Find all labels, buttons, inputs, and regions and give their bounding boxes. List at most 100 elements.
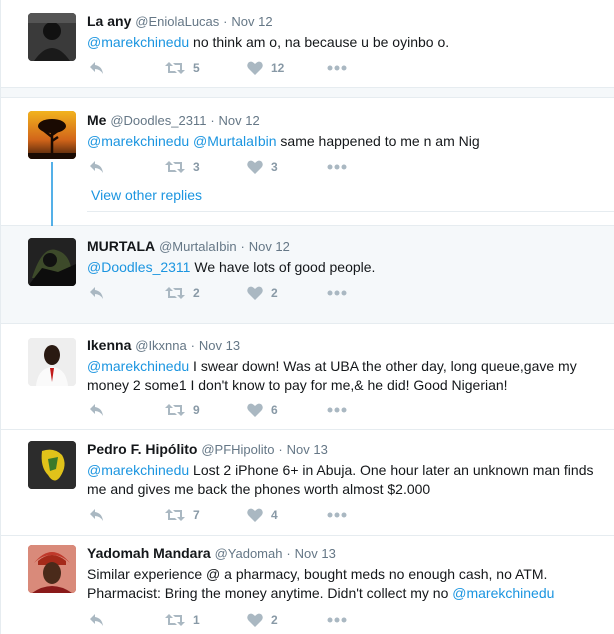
thread-connector bbox=[51, 162, 53, 234]
username[interactable]: @Doodles_2311 bbox=[110, 113, 206, 128]
separator-dot: · bbox=[223, 14, 228, 29]
conversation-gap bbox=[1, 88, 614, 98]
like-count: 3 bbox=[271, 160, 278, 174]
username[interactable]: @Ikxnna bbox=[135, 338, 187, 353]
heart-icon bbox=[247, 403, 263, 417]
reply-icon bbox=[90, 161, 103, 173]
display-name[interactable]: Pedro F. Hipólito bbox=[87, 441, 197, 457]
tweet-item[interactable]: Ikenna @Ikxnna · Nov 13 @marekchinedu I … bbox=[1, 324, 614, 430]
more-icon bbox=[327, 617, 347, 623]
retweet-button[interactable]: 1 bbox=[165, 613, 247, 627]
retweet-button[interactable]: 5 bbox=[165, 61, 247, 75]
display-name[interactable]: MURTALA bbox=[87, 238, 155, 254]
tweet-item[interactable]: Me @Doodles_2311 · Nov 12 @marekchinedu … bbox=[1, 99, 614, 234]
retweet-icon bbox=[165, 287, 185, 299]
tweet-text: @Doodles_2311 We have lots of good peopl… bbox=[87, 258, 601, 277]
reply-button[interactable] bbox=[89, 286, 165, 300]
timestamp[interactable]: Nov 12 bbox=[219, 113, 260, 128]
retweet-icon bbox=[165, 509, 185, 521]
tweet-item[interactable]: MURTALA @MurtalaIbin · Nov 12 @Doodles_2… bbox=[1, 226, 614, 324]
like-button[interactable]: 2 bbox=[247, 286, 327, 300]
more-button[interactable] bbox=[327, 617, 347, 623]
retweet-count: 2 bbox=[193, 286, 200, 300]
reply-icon bbox=[90, 62, 103, 74]
tweet-item[interactable]: La any @EniolaLucas · Nov 12 @marekchine… bbox=[1, 0, 614, 88]
username[interactable]: @Yadomah bbox=[215, 546, 283, 561]
mention-link[interactable]: @marekchinedu bbox=[452, 585, 554, 601]
timestamp[interactable]: Nov 13 bbox=[287, 442, 328, 457]
retweet-button[interactable]: 7 bbox=[165, 508, 247, 522]
tweet-body: same happened to me n am Nig bbox=[276, 133, 480, 149]
heart-icon bbox=[247, 286, 263, 300]
tweet-actions: 7 4 bbox=[89, 505, 347, 525]
reply-icon bbox=[90, 287, 103, 299]
mention-link[interactable]: @marekchinedu bbox=[87, 34, 189, 50]
retweet-icon bbox=[165, 62, 185, 74]
tweet-header: Me @Doodles_2311 · Nov 12 bbox=[87, 111, 601, 130]
reply-button[interactable] bbox=[89, 613, 165, 627]
display-name[interactable]: La any bbox=[87, 13, 131, 29]
reply-button[interactable] bbox=[89, 61, 165, 75]
separator-dot: · bbox=[286, 546, 291, 561]
timestamp[interactable]: Nov 13 bbox=[295, 546, 336, 561]
avatar[interactable] bbox=[28, 545, 76, 593]
retweet-button[interactable]: 2 bbox=[165, 286, 247, 300]
tweet-text: @marekchinedu Lost 2 iPhone 6+ in Abuja.… bbox=[87, 461, 601, 499]
avatar[interactable] bbox=[28, 238, 76, 286]
timestamp[interactable]: Nov 13 bbox=[199, 338, 240, 353]
tweet-header: Pedro F. Hipólito @PFHipolito · Nov 13 bbox=[87, 440, 601, 459]
tweet-body: no think am o, na because u be oyinbo o. bbox=[189, 34, 450, 50]
like-button[interactable]: 4 bbox=[247, 508, 327, 522]
username[interactable]: @EniolaLucas bbox=[135, 14, 219, 29]
separator-dot: · bbox=[240, 239, 245, 254]
tweet-item[interactable]: Pedro F. Hipólito @PFHipolito · Nov 13 @… bbox=[1, 430, 614, 536]
more-icon bbox=[327, 512, 347, 518]
timestamp[interactable]: Nov 12 bbox=[249, 239, 290, 254]
like-button[interactable]: 3 bbox=[247, 160, 327, 174]
avatar[interactable] bbox=[28, 441, 76, 489]
retweet-count: 1 bbox=[193, 613, 200, 627]
username[interactable]: @MurtalaIbin bbox=[159, 239, 237, 254]
tweet-item[interactable]: Yadomah Mandara @Yadomah · Nov 13 Simila… bbox=[1, 536, 614, 634]
avatar[interactable] bbox=[28, 13, 76, 61]
heart-icon bbox=[247, 508, 263, 522]
retweet-button[interactable]: 9 bbox=[165, 403, 247, 417]
like-button[interactable]: 12 bbox=[247, 61, 327, 75]
retweet-icon bbox=[165, 404, 185, 416]
display-name[interactable]: Yadomah Mandara bbox=[87, 545, 211, 561]
display-name[interactable]: Ikenna bbox=[87, 337, 131, 353]
more-button[interactable] bbox=[327, 290, 347, 296]
reply-button[interactable] bbox=[89, 160, 165, 174]
more-button[interactable] bbox=[327, 512, 347, 518]
like-count: 6 bbox=[271, 403, 278, 417]
username[interactable]: @PFHipolito bbox=[201, 442, 274, 457]
more-button[interactable] bbox=[327, 65, 347, 71]
more-button[interactable] bbox=[327, 164, 347, 170]
view-other-replies-link[interactable]: View other replies bbox=[91, 187, 202, 203]
separator-dot: · bbox=[210, 113, 215, 128]
divider bbox=[87, 211, 614, 212]
reply-button[interactable] bbox=[89, 508, 165, 522]
mention-link[interactable]: @marekchinedu bbox=[87, 358, 189, 374]
tweet-text: @marekchinedu @MurtalaIbin same happened… bbox=[87, 132, 601, 151]
reply-icon bbox=[90, 509, 103, 521]
mention-link[interactable]: @marekchinedu bbox=[87, 462, 189, 478]
more-icon bbox=[327, 65, 347, 71]
tweet-actions: 1 2 bbox=[89, 610, 347, 630]
mention-link[interactable]: @marekchinedu @MurtalaIbin bbox=[87, 133, 277, 149]
like-count: 2 bbox=[271, 613, 278, 627]
more-button[interactable] bbox=[327, 407, 347, 413]
timestamp[interactable]: Nov 12 bbox=[231, 14, 272, 29]
like-button[interactable]: 6 bbox=[247, 403, 327, 417]
avatar[interactable] bbox=[28, 111, 76, 159]
display-name[interactable]: Me bbox=[87, 112, 106, 128]
reply-button[interactable] bbox=[89, 403, 165, 417]
reply-icon bbox=[90, 614, 103, 626]
like-button[interactable]: 2 bbox=[247, 613, 327, 627]
tweet-actions: 2 2 bbox=[89, 283, 347, 303]
avatar[interactable] bbox=[28, 338, 76, 386]
tweet-actions: 9 6 bbox=[89, 400, 347, 420]
tweet-header: MURTALA @MurtalaIbin · Nov 12 bbox=[87, 237, 601, 256]
mention-link[interactable]: @Doodles_2311 bbox=[87, 259, 190, 275]
retweet-button[interactable]: 3 bbox=[165, 160, 247, 174]
